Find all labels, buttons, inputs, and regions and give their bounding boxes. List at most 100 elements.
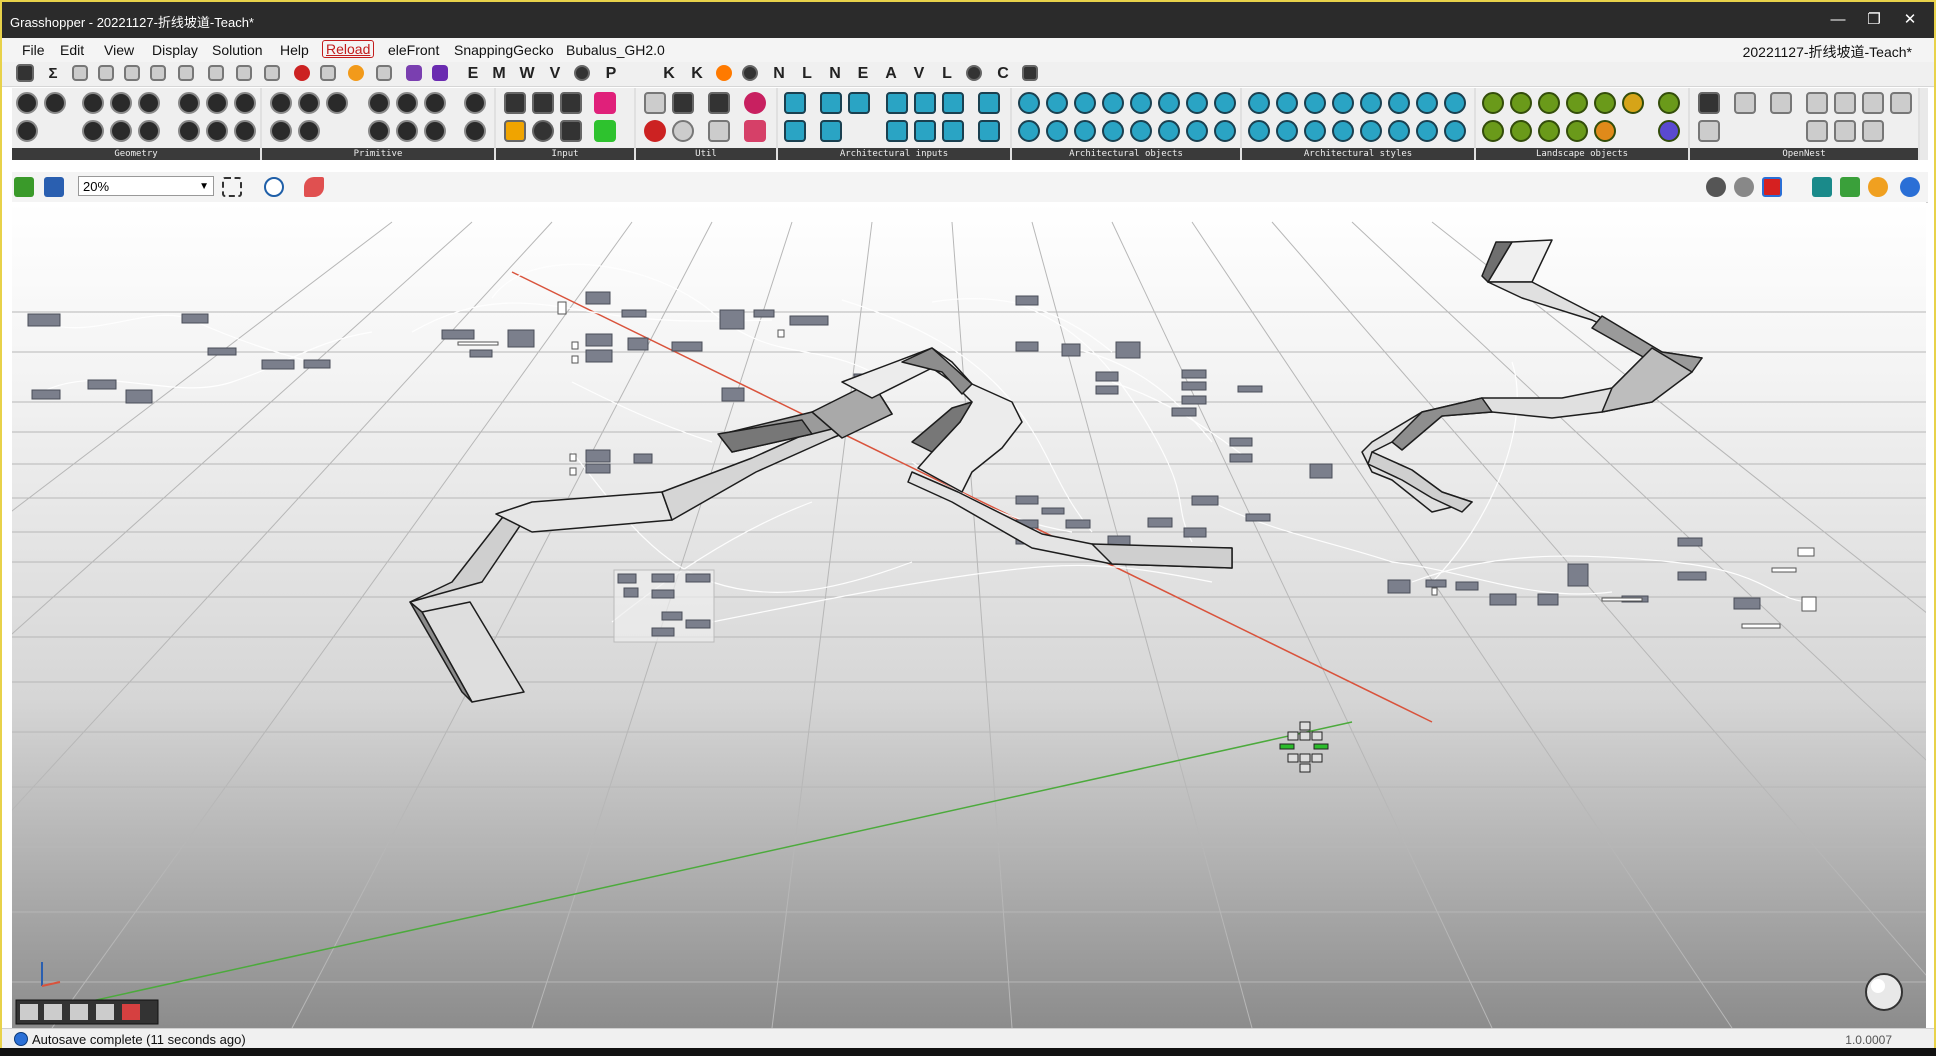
preview-selected-icon[interactable] <box>1762 177 1782 197</box>
new-file-icon[interactable] <box>14 177 34 197</box>
surface-tab-icon[interactable] <box>150 65 166 81</box>
tab-v2[interactable]: V <box>908 64 930 84</box>
object7-icon[interactable] <box>1186 92 1208 114</box>
preview-wire-icon[interactable] <box>1706 177 1726 197</box>
preview-eye-icon[interactable] <box>264 177 284 197</box>
canvas-viewport[interactable] <box>12 202 1926 1028</box>
matrix-param-icon[interactable] <box>368 120 390 142</box>
opening-input-icon[interactable] <box>942 92 964 114</box>
object8-icon[interactable] <box>1214 92 1236 114</box>
opennest3-icon[interactable] <box>1734 92 1756 114</box>
door-input-icon[interactable] <box>886 92 908 114</box>
restore-button[interactable]: ❐ <box>1854 6 1894 34</box>
transform-param-icon[interactable] <box>424 120 446 142</box>
stair-input-icon[interactable] <box>820 120 842 142</box>
save-icon[interactable] <box>44 177 64 197</box>
menu-view[interactable]: View <box>104 42 134 58</box>
railing-input-icon[interactable] <box>978 92 1000 114</box>
slider-icon[interactable] <box>504 120 526 142</box>
style2-icon[interactable] <box>1276 92 1298 114</box>
bottom-tool-strip[interactable] <box>15 999 159 1025</box>
plugin-pumpkin-tab-icon[interactable] <box>716 65 732 81</box>
domain-param-icon[interactable] <box>298 120 320 142</box>
tab-a[interactable]: A <box>880 64 902 84</box>
metaball-icon[interactable] <box>744 92 766 114</box>
text-param-icon[interactable] <box>326 92 348 114</box>
point-param-icon[interactable] <box>44 92 66 114</box>
plugin-gear-tab-icon[interactable] <box>966 65 982 81</box>
zoom-extents-icon[interactable] <box>222 177 242 197</box>
doc-globe-icon[interactable] <box>1900 177 1920 197</box>
navigation-orb-icon[interactable] <box>1865 973 1903 1011</box>
maths-tab-icon[interactable]: Σ <box>42 64 64 84</box>
sketch-pen-icon[interactable] <box>304 177 324 197</box>
jump-icon[interactable] <box>644 92 666 114</box>
opennest2-icon[interactable] <box>1698 120 1720 142</box>
object2-icon[interactable] <box>1046 92 1068 114</box>
display-tab-icon[interactable] <box>264 65 280 81</box>
plugin-globe-tab-icon[interactable] <box>574 65 590 81</box>
column-input-icon[interactable] <box>784 92 806 114</box>
swatch-icon[interactable] <box>594 120 616 142</box>
object6-icon[interactable] <box>1158 92 1180 114</box>
doc-quality-icon[interactable] <box>1840 177 1860 197</box>
timer-icon[interactable] <box>672 120 694 142</box>
style14-icon[interactable] <box>1388 120 1410 142</box>
landscape7-icon[interactable] <box>1658 92 1680 114</box>
landscape6-icon[interactable] <box>1622 92 1644 114</box>
grid2-input-icon[interactable] <box>848 92 870 114</box>
component-group[interactable] <box>613 569 715 643</box>
style15-icon[interactable] <box>1416 120 1438 142</box>
object16-icon[interactable] <box>1214 120 1236 142</box>
landscape5-icon[interactable] <box>1594 92 1616 114</box>
tab-p[interactable]: P <box>600 64 622 84</box>
zoom-select[interactable]: 20% ▼ <box>78 176 214 196</box>
menu-file[interactable]: File <box>22 42 45 58</box>
minimize-button[interactable]: — <box>1818 6 1858 34</box>
tab-c[interactable]: C <box>992 64 1014 84</box>
menu-bubalus[interactable]: Bubalus_GH2.0 <box>566 42 665 58</box>
tab-n1[interactable]: N <box>768 64 790 84</box>
object15-icon[interactable] <box>1186 120 1208 142</box>
object12-icon[interactable] <box>1102 120 1124 142</box>
tab-k2[interactable]: K <box>686 64 708 84</box>
path-param-icon[interactable] <box>368 92 390 114</box>
subd-param-icon[interactable] <box>234 120 256 142</box>
arrow-right-icon[interactable] <box>708 92 730 114</box>
style5-icon[interactable] <box>1360 92 1382 114</box>
cherry-icon[interactable] <box>644 120 666 142</box>
style11-icon[interactable] <box>1304 120 1326 142</box>
object1-icon[interactable] <box>1018 92 1040 114</box>
plugin-red-tab-icon[interactable] <box>294 65 310 81</box>
menu-elefront[interactable]: eleFront <box>388 42 439 58</box>
arc-param-icon[interactable] <box>110 92 132 114</box>
opennest6-icon[interactable] <box>1834 92 1856 114</box>
surface-param-icon[interactable] <box>178 120 200 142</box>
landscape12-icon[interactable] <box>1594 120 1616 142</box>
plane-param-icon[interactable] <box>110 120 132 142</box>
cancel-param-icon[interactable] <box>16 120 38 142</box>
opennest7-icon[interactable] <box>1862 92 1884 114</box>
style1-icon[interactable] <box>1248 92 1270 114</box>
colour-param-icon[interactable] <box>396 92 418 114</box>
style12-icon[interactable] <box>1332 120 1354 142</box>
tab-n2[interactable]: N <box>824 64 846 84</box>
panel-icon[interactable] <box>560 92 582 114</box>
plugin-dark-tab-icon[interactable] <box>742 65 758 81</box>
shader-param-icon[interactable] <box>424 92 446 114</box>
circle-param-icon[interactable] <box>82 92 104 114</box>
number-param-icon[interactable] <box>270 120 292 142</box>
grid-input-icon[interactable] <box>820 92 842 114</box>
landscape10-icon[interactable] <box>1538 120 1560 142</box>
object3-icon[interactable] <box>1074 92 1096 114</box>
object14-icon[interactable] <box>1158 120 1180 142</box>
toggle-icon[interactable] <box>532 92 554 114</box>
style13-icon[interactable] <box>1360 120 1382 142</box>
object11-icon[interactable] <box>1074 120 1096 142</box>
plugin-orange-tab-icon[interactable] <box>348 65 364 81</box>
value-list-icon[interactable] <box>560 120 582 142</box>
line-param-icon[interactable] <box>82 120 104 142</box>
slab-input-icon[interactable] <box>784 120 806 142</box>
landscape2-icon[interactable] <box>1510 92 1532 114</box>
menu-help[interactable]: Help <box>280 42 309 58</box>
